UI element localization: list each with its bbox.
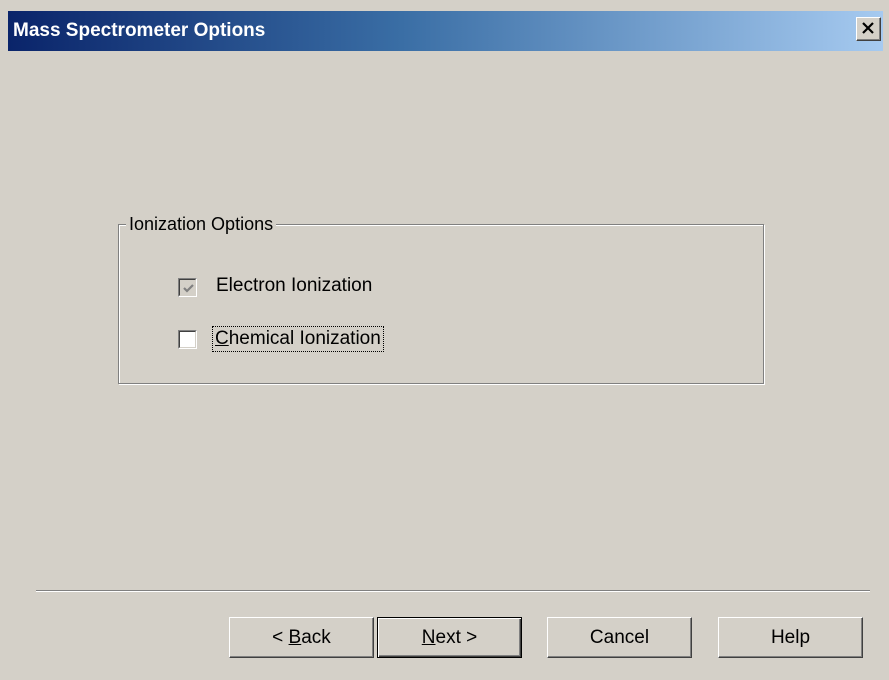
- chemical-label-rest: hemical Ionization: [228, 328, 381, 349]
- window-title: Mass Spectrometer Options: [13, 20, 266, 41]
- back-button[interactable]: < Back: [229, 617, 374, 658]
- mnemonic-c: C: [215, 328, 229, 349]
- cancel-button[interactable]: Cancel: [547, 617, 692, 658]
- chemical-ionization-checkbox[interactable]: [178, 330, 197, 349]
- next-button[interactable]: Next >: [377, 617, 522, 658]
- title-bar[interactable]: Mass Spectrometer Options: [8, 11, 883, 51]
- chemical-ionization-label[interactable]: Chemical Ionization: [212, 326, 384, 352]
- back-mnemonic: B: [288, 627, 302, 648]
- back-prefix: <: [272, 627, 289, 648]
- dialog-window: Mass Spectrometer Options Ionization Opt…: [0, 0, 889, 680]
- electron-ionization-checkbox[interactable]: [178, 278, 197, 297]
- electron-ionization-label[interactable]: Electron Ionization: [216, 275, 372, 297]
- ionization-options-group: [118, 224, 764, 384]
- next-mnemonic: N: [421, 627, 436, 648]
- next-rest: ext >: [435, 627, 478, 648]
- close-button[interactable]: [856, 17, 881, 41]
- separator-line: [36, 590, 870, 592]
- group-label: Ionization Options: [126, 214, 277, 235]
- close-icon: [862, 22, 874, 34]
- back-rest: ack: [301, 627, 331, 648]
- checkmark-icon: [183, 284, 194, 293]
- help-button[interactable]: Help: [718, 617, 863, 658]
